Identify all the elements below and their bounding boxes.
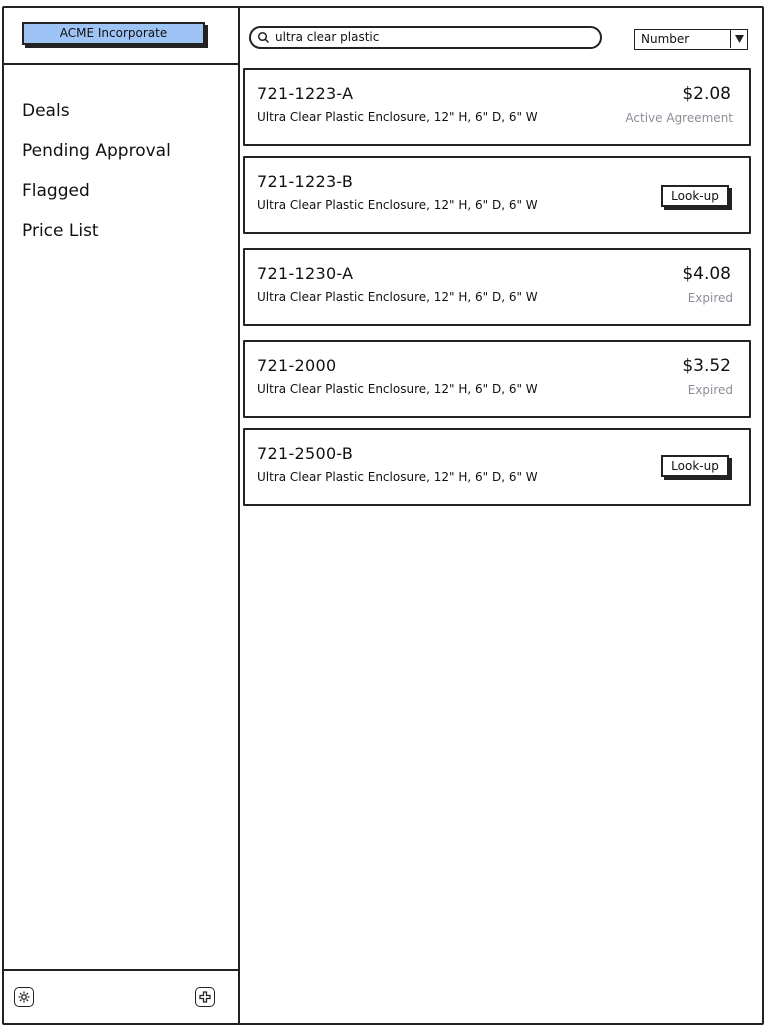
settings-icon[interactable] (14, 987, 34, 1007)
part-number: 721-2500-B (257, 444, 354, 463)
part-description: Ultra Clear Plastic Enclosure, 12" H, 6"… (257, 198, 538, 212)
part-price: $2.08 (682, 84, 731, 104)
sidebar-item-deals[interactable]: Deals (22, 99, 171, 139)
result-card[interactable]: 721-1223-A Ultra Clear Plastic Enclosure… (243, 68, 751, 146)
agreement-status: Expired (687, 383, 733, 397)
result-card[interactable]: 721-2000 Ultra Clear Plastic Enclosure, … (243, 340, 751, 418)
lookup-button[interactable]: Look-up (661, 455, 729, 477)
sidebar: ACME Incorporate Deals Pending Approval … (2, 6, 240, 1025)
agreement-status: Active Agreement (625, 111, 733, 125)
agreement-status: Expired (687, 291, 733, 305)
search-value: ultra clear plastic (275, 30, 380, 44)
brand-area: ACME Incorporate (2, 6, 238, 65)
part-number: 721-1223-B (257, 172, 354, 191)
company-button[interactable]: ACME Incorporate (22, 22, 205, 45)
sidebar-item-flagged[interactable]: Flagged (22, 179, 171, 219)
part-price: $4.08 (682, 264, 731, 284)
part-number: 721-2000 (257, 356, 337, 375)
search-icon (257, 31, 270, 44)
sidebar-nav: Deals Pending Approval Flagged Price Lis… (22, 99, 171, 259)
sidebar-item-price-list[interactable]: Price List (22, 219, 171, 259)
result-card[interactable]: 721-1230-A Ultra Clear Plastic Enclosure… (243, 248, 751, 326)
sort-select[interactable]: Number (634, 29, 748, 50)
result-card[interactable]: 721-2500-B Ultra Clear Plastic Enclosure… (243, 428, 751, 506)
add-icon[interactable] (195, 987, 215, 1007)
part-number: 721-1230-A (257, 264, 354, 283)
lookup-button[interactable]: Look-up (661, 185, 729, 207)
part-number: 721-1223-A (257, 84, 354, 103)
sidebar-footer (2, 969, 238, 1025)
part-price: $3.52 (682, 356, 731, 376)
part-description: Ultra Clear Plastic Enclosure, 12" H, 6"… (257, 110, 538, 124)
result-card[interactable]: 721-1223-B Ultra Clear Plastic Enclosure… (243, 156, 751, 234)
search-input[interactable]: ultra clear plastic (249, 26, 602, 49)
sort-select-value: Number (641, 32, 690, 46)
triangle-down-icon[interactable] (730, 30, 747, 48)
part-description: Ultra Clear Plastic Enclosure, 12" H, 6"… (257, 290, 538, 304)
sidebar-item-pending-approval[interactable]: Pending Approval (22, 139, 171, 179)
part-description: Ultra Clear Plastic Enclosure, 12" H, 6"… (257, 382, 538, 396)
part-description: Ultra Clear Plastic Enclosure, 12" H, 6"… (257, 470, 538, 484)
